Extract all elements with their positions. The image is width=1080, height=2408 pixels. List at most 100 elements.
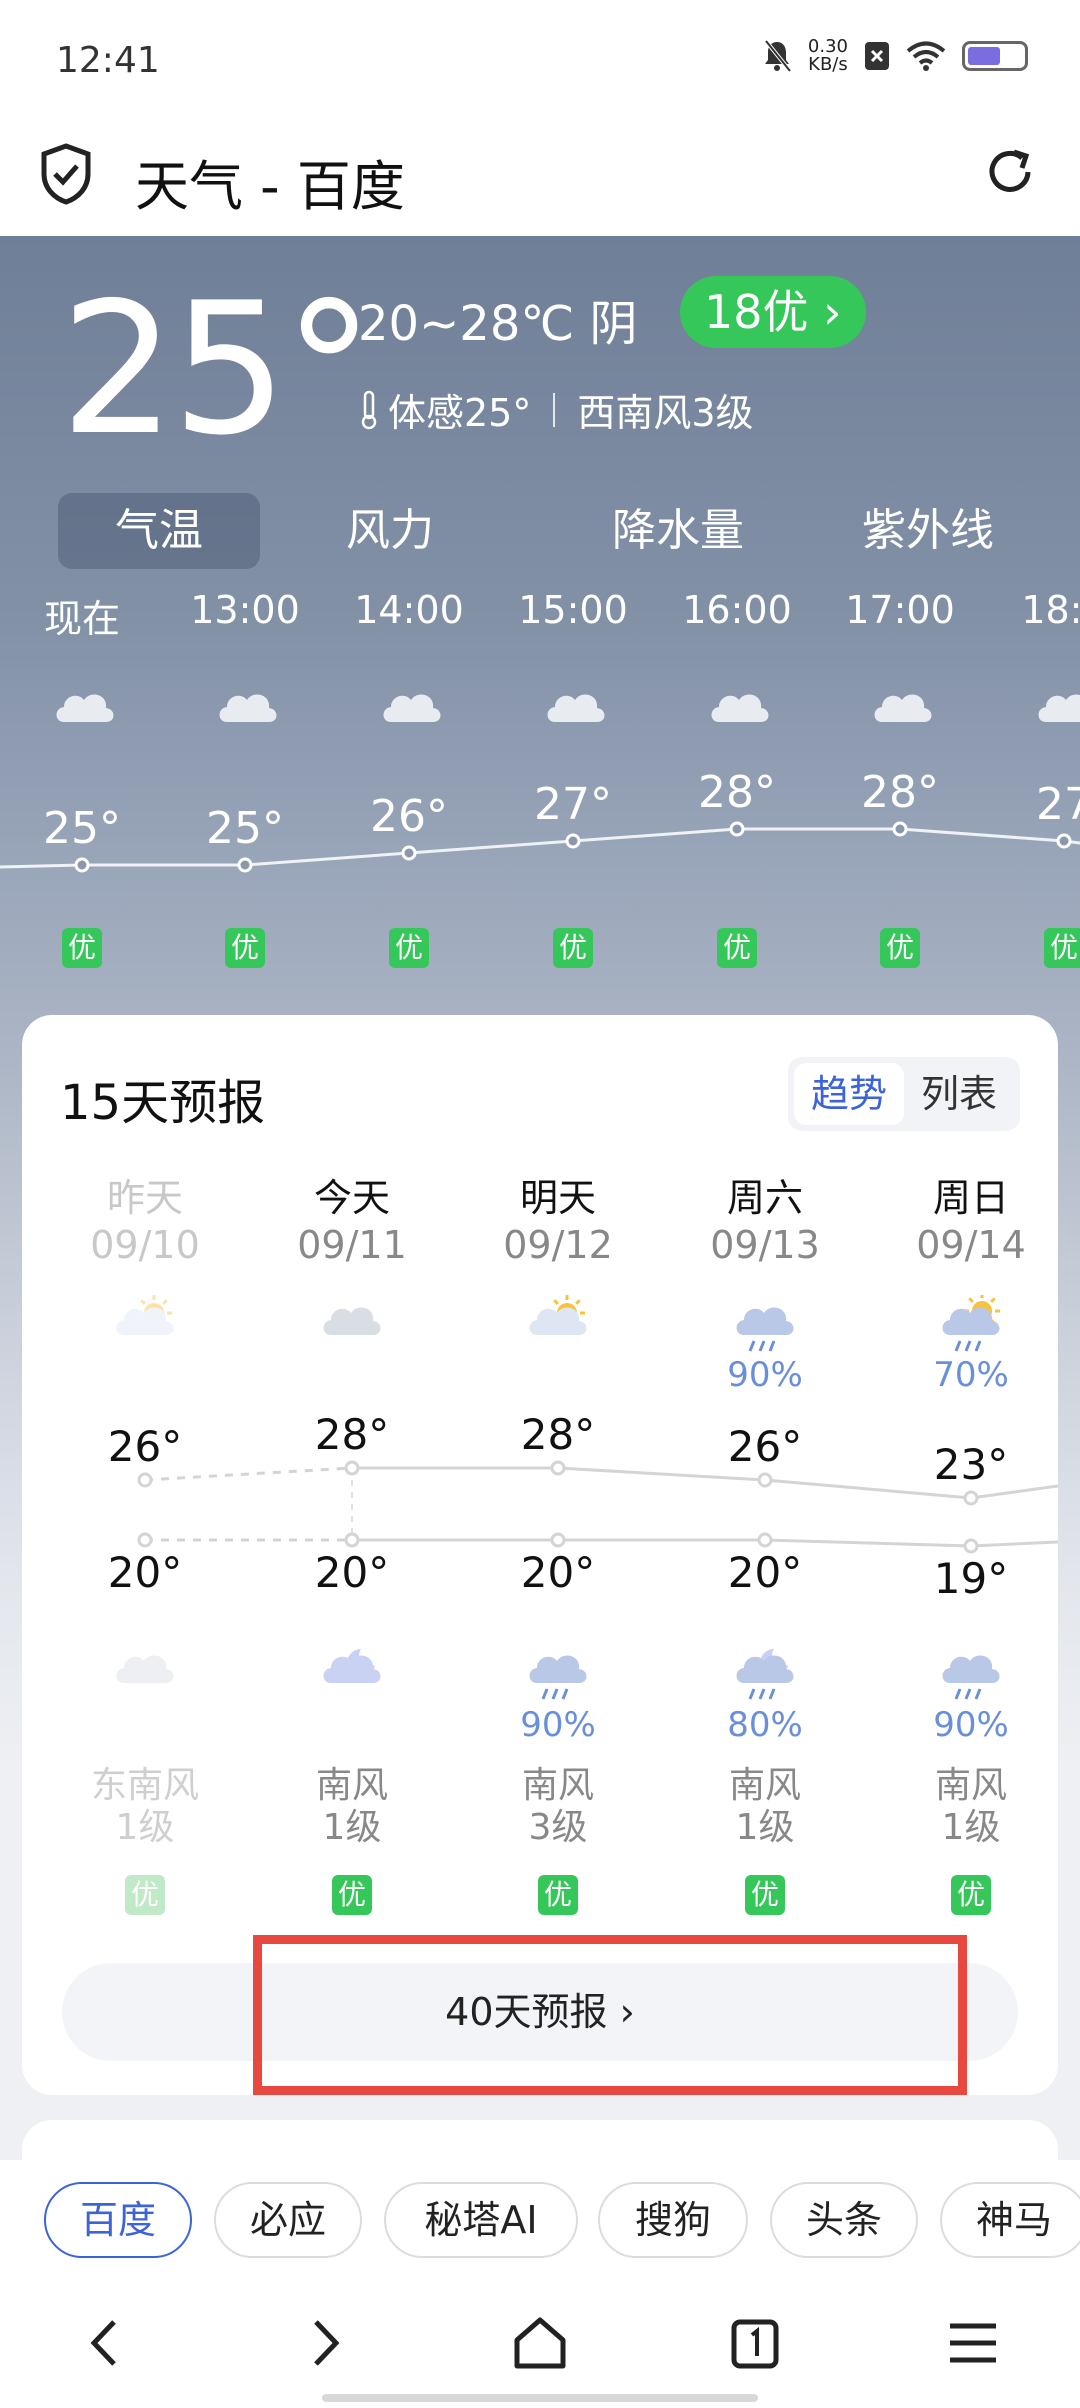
engine-metaso[interactable]: 秘塔AI xyxy=(384,2182,578,2258)
high-temp: 26° xyxy=(727,1422,803,1471)
toggle-trend[interactable]: 趋势 xyxy=(794,1063,904,1125)
night-precip-pct: 80% xyxy=(727,1705,803,1745)
cloudy-icon xyxy=(116,1655,174,1683)
sunny-cloudy-icon xyxy=(116,1295,174,1335)
wind-info: 西南风3级 xyxy=(577,391,754,435)
forecast-card: 15天预报 趋势 列表 40天预报 › 昨天 09/10 26° 20° 东南风 1级优今… xyxy=(22,1015,1058,2095)
separator xyxy=(553,392,556,427)
hour-temp-point xyxy=(74,857,90,873)
view-toggle: 趋势 列表 xyxy=(788,1057,1020,1131)
wind-direction: 东南风 xyxy=(90,1765,199,1806)
wind-direction: 南风 xyxy=(934,1765,1007,1806)
tab-wind[interactable]: 风力 xyxy=(308,493,472,569)
day-temp-point xyxy=(344,1460,360,1476)
moon-rain-icon xyxy=(736,1649,794,1700)
highlight-box xyxy=(253,1935,967,2095)
wind-desc: 南风 1级 xyxy=(662,1765,868,1849)
bell-muted-icon xyxy=(764,39,792,73)
temp-range-condition: 20~28℃ 阴 xyxy=(358,296,638,352)
day-temp-point xyxy=(757,1472,773,1488)
hour-temp-point xyxy=(401,845,417,861)
rain-icon xyxy=(736,1307,794,1352)
metric-tabs: 气温 风力 降水量 紫外线 xyxy=(58,493,1038,569)
sunny-cloudy-icon xyxy=(529,1295,587,1335)
back-icon[interactable] xyxy=(72,2308,142,2378)
wind-level: 1级 xyxy=(115,1807,175,1848)
wind-desc: 南风 1级 xyxy=(868,1765,1074,1849)
tab-uv[interactable]: 紫外线 xyxy=(828,493,1028,569)
night-precip-pct: 90% xyxy=(520,1705,596,1745)
wind-level: 1级 xyxy=(941,1807,1001,1848)
hour-temp-point xyxy=(892,821,908,837)
battery-fill xyxy=(968,47,1001,65)
menu-icon[interactable] xyxy=(938,2308,1008,2378)
moon-cloud-icon xyxy=(323,1649,381,1683)
high-temp: 28° xyxy=(520,1410,596,1459)
day-date: 09/11 xyxy=(297,1223,407,1267)
wind-desc: 南风 1级 xyxy=(249,1765,455,1849)
toggle-list[interactable]: 列表 xyxy=(904,1063,1014,1125)
forecast-title: 15天预报 xyxy=(60,1075,266,1131)
engine-bing[interactable]: 必应 xyxy=(214,2182,362,2258)
forward-icon[interactable] xyxy=(288,2308,358,2378)
wind-direction: 南风 xyxy=(728,1765,801,1806)
tab-temperature[interactable]: 气温 xyxy=(58,493,260,569)
title-bar: 天气 - 百度 xyxy=(0,120,1080,236)
feels-like-line: 体感25° 西南风3级 xyxy=(358,382,754,437)
day-aqi-badge: 优 xyxy=(951,1875,991,1915)
wind-direction: 南风 xyxy=(521,1765,594,1806)
hour-temp-point xyxy=(729,821,745,837)
low-temp: 20° xyxy=(727,1548,803,1597)
current-temperature: 25° xyxy=(60,263,375,475)
feels-like: 体感25° xyxy=(388,391,532,435)
search-engine-bar: 百度 必应 秘塔AI 搜狗 头条 神马 xyxy=(0,2160,1080,2278)
day-temp-point xyxy=(963,1538,979,1554)
high-temp: 26° xyxy=(107,1422,183,1471)
wind-desc: 东南风 1级 xyxy=(42,1765,248,1849)
status-icons: 0.30 KB/s xyxy=(762,38,1028,74)
day-precip-pct: 90% xyxy=(727,1355,803,1395)
wind-level: 1级 xyxy=(322,1807,382,1848)
hour-temp-point xyxy=(1056,833,1072,849)
day-temp-point xyxy=(550,1460,566,1476)
wind-level: 1级 xyxy=(735,1807,795,1848)
day-aqi-badge: 优 xyxy=(125,1875,165,1915)
sun-rain-icon xyxy=(942,1295,1000,1352)
thermometer-icon xyxy=(361,390,377,429)
hourly-forecast: 现在 25° 优 13:00 25° 优 14:00 26° 优 15:00 27° 优 16:00 28… xyxy=(0,588,1080,1008)
day-name: 明天 xyxy=(519,1176,596,1220)
engine-sogou[interactable]: 搜狗 xyxy=(598,2182,748,2258)
rain-icon xyxy=(529,1655,587,1700)
status-time: 12:41 xyxy=(56,40,160,81)
shield-check-icon[interactable] xyxy=(38,142,94,206)
wind-direction: 南风 xyxy=(315,1765,388,1806)
day-precip-pct: 70% xyxy=(933,1355,1009,1395)
low-temp: 19° xyxy=(933,1554,1009,1603)
day-aqi-badge: 优 xyxy=(538,1875,578,1915)
night-precip-pct: 90% xyxy=(933,1705,1009,1745)
day-date: 09/12 xyxy=(503,1223,613,1267)
home-icon[interactable] xyxy=(505,2308,575,2378)
tab-precipitation[interactable]: 降水量 xyxy=(578,493,778,569)
engine-baidu[interactable]: 百度 xyxy=(44,2182,192,2258)
net-speed: 0.30 KB/s xyxy=(807,36,848,75)
tabs-count-icon[interactable] xyxy=(720,2308,790,2378)
hourly-temp-line xyxy=(0,821,1080,873)
page-title: 天气 - 百度 xyxy=(135,155,405,218)
engine-toutiao[interactable]: 头条 xyxy=(770,2182,918,2258)
low-temp: 20° xyxy=(107,1548,183,1597)
engine-shenma[interactable]: 神马 xyxy=(940,2182,1080,2258)
wind-desc: 南风 3级 xyxy=(455,1765,661,1849)
low-temp: 20° xyxy=(520,1548,596,1597)
bottom-navigation xyxy=(0,2278,1080,2408)
refresh-icon[interactable] xyxy=(980,142,1040,202)
day-temp-point xyxy=(344,1532,360,1548)
wifi-icon xyxy=(906,41,946,71)
rain-icon xyxy=(942,1655,1000,1700)
day-temp-point xyxy=(137,1472,153,1488)
aqi-badge[interactable]: 18优 › xyxy=(680,276,866,348)
hour-temp-point xyxy=(565,833,581,849)
cloudy-icon xyxy=(323,1307,381,1335)
high-temp: 28° xyxy=(314,1410,390,1459)
high-temp: 23° xyxy=(933,1440,1009,1489)
